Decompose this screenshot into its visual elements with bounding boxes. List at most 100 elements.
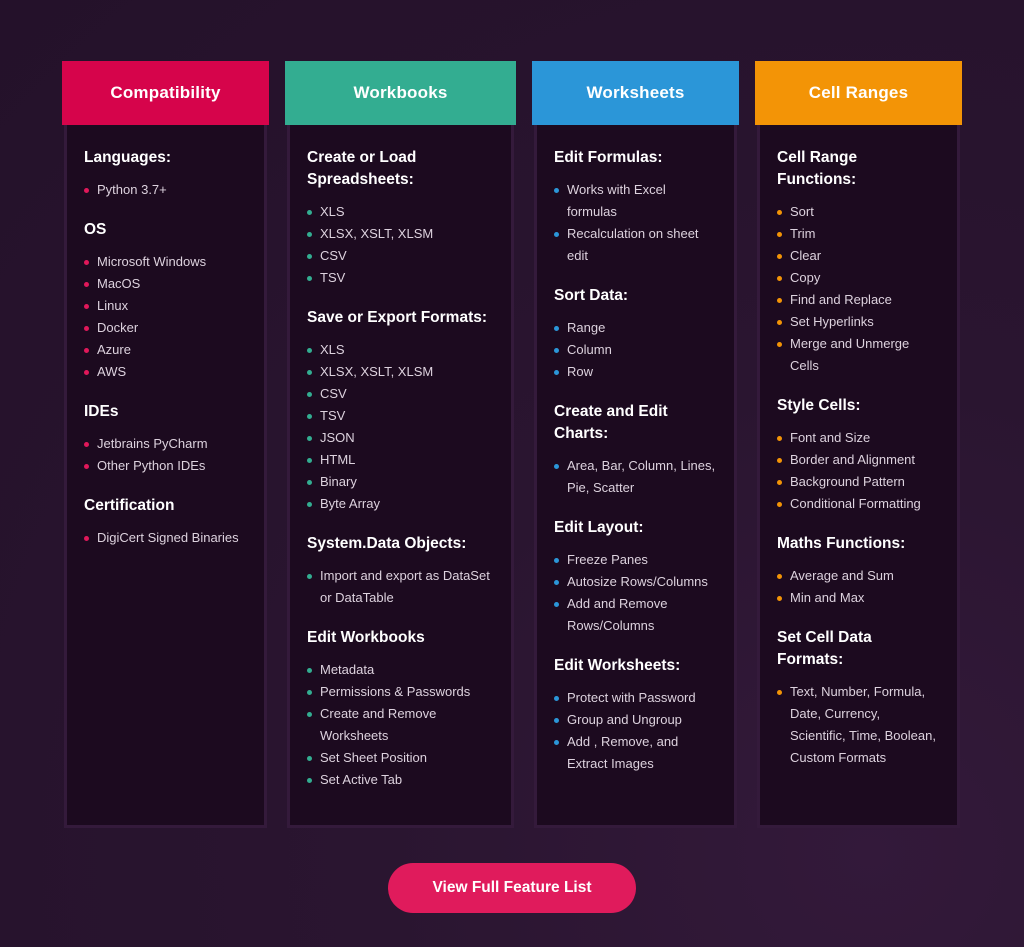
bullet-icon bbox=[307, 370, 312, 375]
feature-text: Freeze Panes bbox=[567, 552, 648, 567]
bullet-icon bbox=[777, 320, 782, 325]
column-header: Worksheets bbox=[532, 61, 739, 125]
feature-text: Conditional Formatting bbox=[790, 496, 921, 511]
section-heading: Maths Functions: bbox=[777, 535, 906, 552]
feature-text: Set Active Tab bbox=[320, 772, 403, 787]
bullet-icon bbox=[84, 326, 89, 331]
feature-list: Microsoft Windows MacOS Linux Docker Azure AW… bbox=[84, 251, 246, 383]
feature-list-item: Set Hyperlinks bbox=[777, 311, 939, 333]
feature-list-item: Set Active Tab bbox=[307, 769, 493, 791]
feature-text: Font and Size bbox=[790, 430, 871, 445]
feature-section: Edit Workbooks Metadata Permissions & Pass… bbox=[307, 627, 493, 791]
bullet-icon bbox=[307, 348, 312, 353]
feature-section: System.Data Objects: Import and export as… bbox=[307, 533, 493, 609]
feature-text: Permissions & Passwords bbox=[320, 684, 471, 699]
feature-list-item: Row bbox=[554, 361, 716, 383]
feature-text: Docker bbox=[97, 320, 139, 335]
bullet-icon bbox=[554, 370, 559, 375]
feature-section: Edit Worksheets: Protect with Password Gro… bbox=[554, 655, 716, 775]
feature-text: Azure bbox=[97, 342, 131, 357]
bullet-icon bbox=[554, 558, 559, 563]
feature-list-item: Conditional Formatting bbox=[777, 493, 939, 515]
bullet-icon bbox=[554, 580, 559, 585]
feature-list-item: Group and Ungroup bbox=[554, 709, 716, 731]
bullet-icon bbox=[307, 436, 312, 441]
feature-text: Jetbrains PyCharm bbox=[97, 436, 208, 451]
bullet-icon bbox=[777, 342, 782, 347]
feature-text: Protect with Password bbox=[567, 690, 696, 705]
feature-list-item: Azure bbox=[84, 339, 246, 361]
feature-list-item: Permissions & Passwords bbox=[307, 681, 493, 703]
feature-text: Group and Ungroup bbox=[567, 712, 682, 727]
feature-text: Byte Array bbox=[320, 496, 380, 511]
feature-list-item: Recalculation on sheet edit bbox=[554, 223, 716, 267]
section-heading: Create and Edit Charts: bbox=[554, 403, 668, 442]
feature-list-item: Copy bbox=[777, 267, 939, 289]
feature-text: Set Hyperlinks bbox=[790, 314, 874, 329]
view-full-feature-list-button[interactable]: View Full Feature List bbox=[388, 863, 636, 913]
bullet-icon bbox=[777, 436, 782, 441]
feature-list-item: DigiCert Signed Binaries bbox=[84, 527, 246, 549]
feature-list: XLS XLSX, XSLT, XLSM CSV TSV JSON HTML Binary B… bbox=[307, 339, 493, 515]
feature-list-item: Metadata bbox=[307, 659, 493, 681]
feature-list-item: Microsoft Windows bbox=[84, 251, 246, 273]
section-heading: Style Cells: bbox=[777, 397, 861, 414]
feature-text: Add and Remove Rows/Columns bbox=[567, 596, 668, 633]
bullet-icon bbox=[554, 326, 559, 331]
section-heading: Edit Workbooks bbox=[307, 629, 425, 646]
bullet-icon bbox=[554, 188, 559, 193]
feature-section: Edit Formulas: Works with Excel formulas R… bbox=[554, 147, 716, 267]
feature-list-item: Add , Remove, and Extract Images bbox=[554, 731, 716, 775]
feature-section: Style Cells: Font and Size Border and Alig… bbox=[777, 395, 939, 515]
bullet-icon bbox=[554, 718, 559, 723]
column-cell-ranges: Cell Ranges Cell Range Functions: Sort Trim… bbox=[755, 61, 962, 828]
bullet-icon bbox=[777, 502, 782, 507]
feature-text: CSV bbox=[320, 248, 347, 263]
feature-list-item: Border and Alignment bbox=[777, 449, 939, 471]
feature-list-item: Range bbox=[554, 317, 716, 339]
feature-list-item: Clear bbox=[777, 245, 939, 267]
feature-text: Column bbox=[567, 342, 612, 357]
section-heading: Certification bbox=[84, 497, 175, 514]
section-heading: Edit Formulas: bbox=[554, 149, 663, 166]
feature-list-item: Byte Array bbox=[307, 493, 493, 515]
feature-text: Background Pattern bbox=[790, 474, 905, 489]
feature-list: Average and Sum Min and Max bbox=[777, 565, 939, 609]
bullet-icon bbox=[777, 276, 782, 281]
section-heading: OS bbox=[84, 221, 107, 238]
feature-section: Create and Edit Charts: Area, Bar, Column… bbox=[554, 401, 716, 499]
feature-list-item: Other Python IDEs bbox=[84, 455, 246, 477]
bullet-icon bbox=[307, 502, 312, 507]
feature-list-item: Binary bbox=[307, 471, 493, 493]
bullet-icon bbox=[307, 232, 312, 237]
feature-list-item: TSV bbox=[307, 267, 493, 289]
feature-list-item: Import and export as DataSet or DataTabl… bbox=[307, 565, 493, 609]
feature-text: Binary bbox=[320, 474, 357, 489]
feature-list-item: MacOS bbox=[84, 273, 246, 295]
feature-list: Metadata Permissions & Passwords Create an… bbox=[307, 659, 493, 791]
feature-text: Metadata bbox=[320, 662, 375, 677]
feature-list-item: XLSX, XSLT, XLSM bbox=[307, 361, 493, 383]
feature-section: Maths Functions: Average and Sum Min and M… bbox=[777, 533, 939, 609]
bullet-icon bbox=[777, 232, 782, 237]
bullet-icon bbox=[84, 536, 89, 541]
bullet-icon bbox=[307, 778, 312, 783]
feature-text: Create and Remove Worksheets bbox=[320, 706, 437, 743]
feature-list-item: HTML bbox=[307, 449, 493, 471]
bullet-icon bbox=[554, 696, 559, 701]
column-body: Create or Load Spreadsheets: XLS XLSX, XSL… bbox=[287, 125, 514, 828]
feature-list: Python 3.7+ bbox=[84, 179, 246, 201]
column-compatibility: Compatibility Languages: Python 3.7+ OS Micr… bbox=[62, 61, 269, 828]
bullet-icon bbox=[307, 668, 312, 673]
feature-text: Min and Max bbox=[790, 590, 865, 605]
feature-text: Linux bbox=[97, 298, 129, 313]
bullet-icon bbox=[777, 298, 782, 303]
bullet-icon bbox=[554, 602, 559, 607]
feature-list: Protect with Password Group and Ungroup Ad… bbox=[554, 687, 716, 775]
feature-list-item: CSV bbox=[307, 383, 493, 405]
feature-text: TSV bbox=[320, 270, 346, 285]
feature-list-item: Text, Number, Formula, Date, Currency, S… bbox=[777, 681, 939, 769]
feature-list-item: Add and Remove Rows/Columns bbox=[554, 593, 716, 637]
feature-list-item: Works with Excel formulas bbox=[554, 179, 716, 223]
feature-text: DigiCert Signed Binaries bbox=[97, 530, 239, 545]
